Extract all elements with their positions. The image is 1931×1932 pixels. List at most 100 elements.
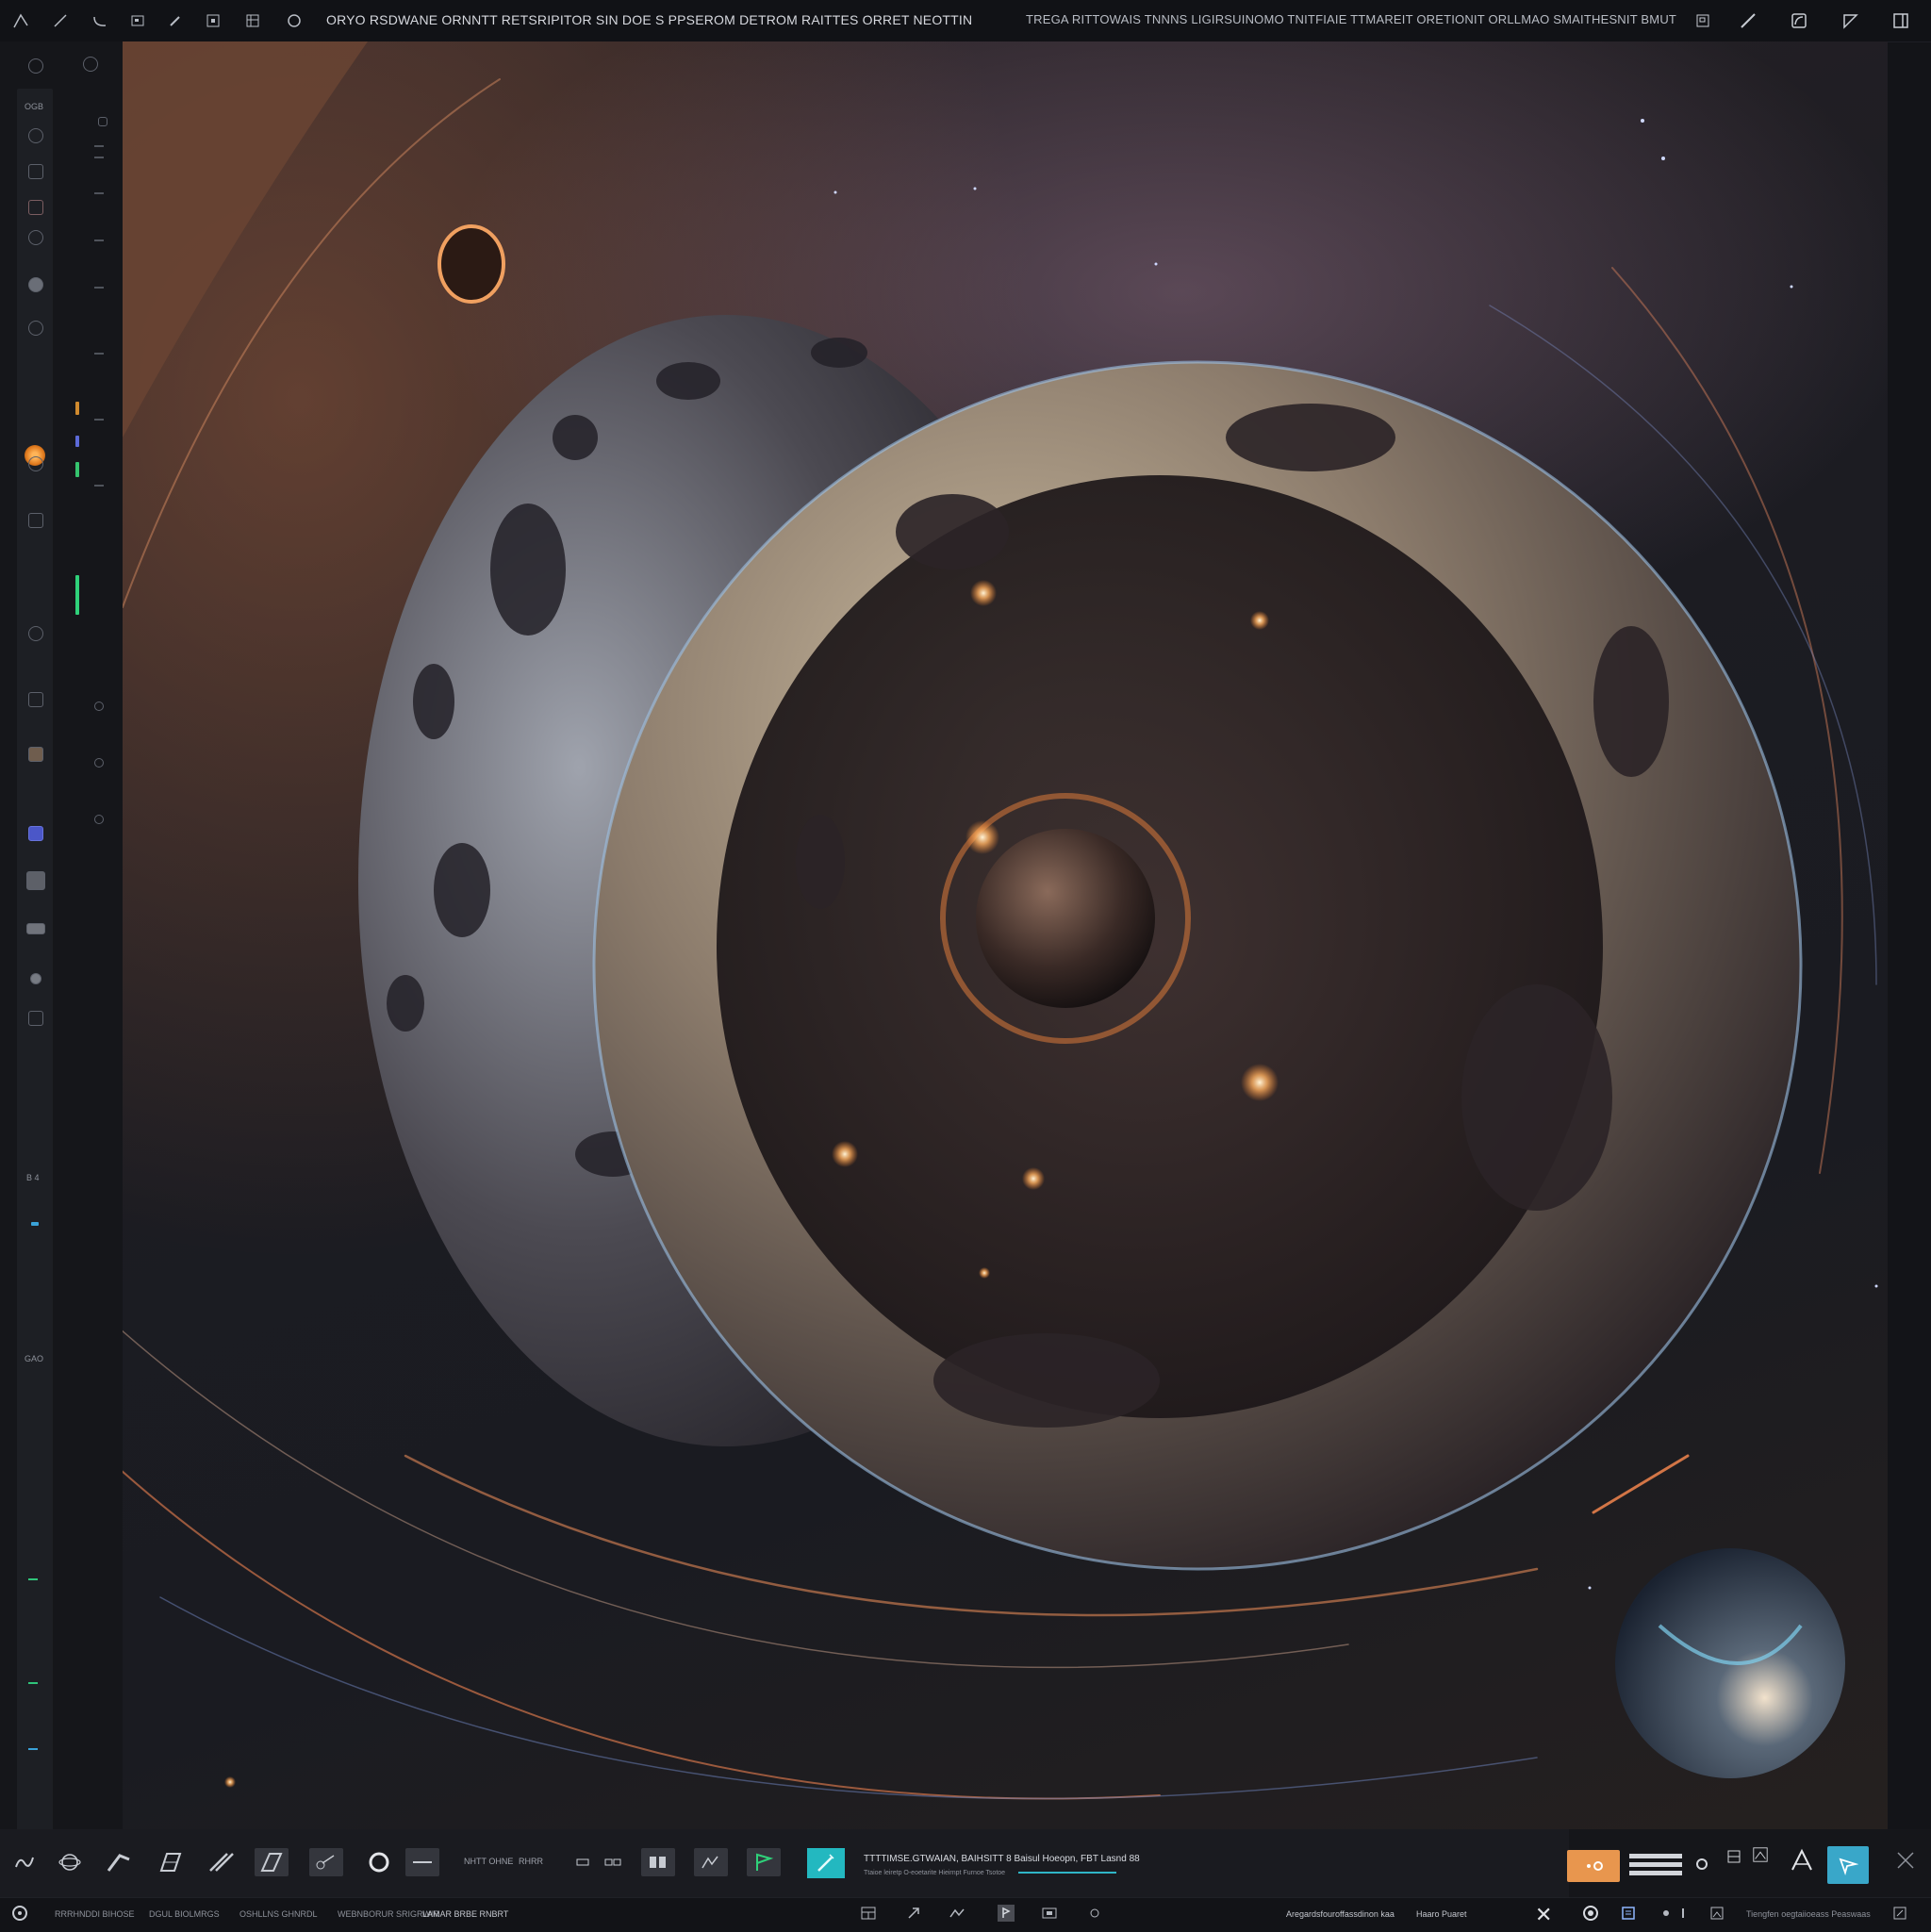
wave-icon[interactable] <box>949 1905 966 1922</box>
node-dot-icon[interactable] <box>94 758 104 768</box>
bar-small-icon[interactable] <box>1675 1905 1692 1922</box>
color-swatch-button[interactable] <box>1567 1850 1620 1882</box>
rail-tick <box>28 1682 38 1684</box>
rail-tick <box>28 1578 38 1580</box>
rail-tick <box>28 1748 38 1750</box>
node-icon[interactable] <box>309 1848 343 1876</box>
brush-icon[interactable] <box>164 9 187 32</box>
history-icon[interactable] <box>28 58 43 74</box>
gallery-icon[interactable] <box>1708 1905 1725 1922</box>
core-sphere <box>976 829 1155 1008</box>
node-dot-icon[interactable] <box>94 702 104 711</box>
shape-icon[interactable] <box>1788 9 1810 32</box>
blue-marker <box>75 436 79 447</box>
stroke-icon[interactable] <box>204 1848 238 1876</box>
target-icon[interactable] <box>28 230 43 245</box>
dot-icon[interactable] <box>28 128 43 143</box>
bottom-toolbar-right <box>1569 1829 1931 1897</box>
flag-icon[interactable] <box>747 1848 781 1876</box>
frame-icon[interactable] <box>126 9 149 32</box>
info-field-1: Aregardsfouroffassdinon kaa <box>1286 1909 1395 1919</box>
close-panel-icon[interactable] <box>1891 1846 1920 1874</box>
doc-icon[interactable] <box>1620 1905 1637 1922</box>
tool-label-2: RHRR <box>519 1857 543 1866</box>
reset-icon[interactable] <box>83 57 98 72</box>
pin-icon[interactable] <box>98 117 107 126</box>
rect-small-icon[interactable] <box>566 1848 600 1876</box>
rail-tick <box>94 485 104 487</box>
pencil-icon[interactable] <box>1737 9 1759 32</box>
progress-underline <box>1018 1872 1116 1874</box>
orange-marker <box>75 402 79 415</box>
list-view-icon[interactable] <box>1629 1854 1682 1876</box>
node-dot-icon[interactable] <box>94 815 104 824</box>
info-label: Tiengfen oegtaiioeass Peaswaas <box>1746 1909 1871 1919</box>
line-icon[interactable] <box>49 9 72 32</box>
lock-icon[interactable] <box>28 513 43 528</box>
settings-circle-icon[interactable] <box>1582 1905 1599 1922</box>
record-icon[interactable] <box>28 277 43 292</box>
triangle-icon[interactable] <box>1839 9 1861 32</box>
rotate-icon[interactable] <box>28 321 43 336</box>
texture-icon[interactable] <box>28 747 43 762</box>
status-label-3: OSHLLNS GHNRDL <box>239 1909 318 1919</box>
compass-icon[interactable] <box>1788 1846 1816 1874</box>
app-logo-icon <box>11 1905 28 1922</box>
target-small-icon[interactable] <box>1086 1905 1103 1922</box>
rail-tick <box>94 419 104 421</box>
space-artwork <box>123 41 1878 1800</box>
eye-icon[interactable] <box>28 456 43 471</box>
layer-icon[interactable] <box>28 200 43 215</box>
trash-icon[interactable] <box>28 692 43 707</box>
chart-tool-icon[interactable] <box>694 1848 728 1876</box>
document-subtitle: TREGA RITTOWAIS TNNNS LIGIRSUINOMO TNITF… <box>1026 12 1677 26</box>
parallelogram-icon[interactable] <box>255 1848 289 1876</box>
circle-icon[interactable] <box>283 9 305 32</box>
line-tool-icon[interactable] <box>405 1848 439 1876</box>
sidebar-icon[interactable] <box>1890 9 1912 32</box>
grid-tool-icon[interactable] <box>153 1848 187 1876</box>
image-tool-icon[interactable] <box>1752 1846 1769 1863</box>
spiral-icon[interactable] <box>28 626 43 641</box>
grid-icon[interactable] <box>241 9 264 32</box>
send-icon[interactable] <box>1827 1846 1869 1884</box>
rail-tick <box>94 239 104 241</box>
link-icon[interactable] <box>596 1848 630 1876</box>
pen-icon[interactable] <box>9 9 32 32</box>
book-icon[interactable] <box>1725 1848 1742 1865</box>
diamond-icon[interactable] <box>28 164 43 179</box>
panel-icon[interactable] <box>1692 9 1714 32</box>
artwork-canvas[interactable] <box>123 41 1888 1829</box>
circle-tool-icon[interactable] <box>362 1848 396 1876</box>
rail-label-2: GAO <box>25 1354 44 1363</box>
folder-icon[interactable] <box>26 923 45 934</box>
level-meter <box>75 575 79 615</box>
film-icon[interactable] <box>1041 1905 1058 1922</box>
shield-icon[interactable] <box>28 826 43 841</box>
columns-icon[interactable] <box>641 1848 675 1876</box>
gear-icon[interactable] <box>1693 1856 1710 1873</box>
layout-icon[interactable] <box>860 1905 877 1922</box>
brush-preset-icon[interactable] <box>998 1905 1015 1922</box>
rail-label-3: B 4 <box>26 1173 40 1182</box>
dot-small-icon[interactable] <box>1658 1905 1675 1922</box>
status-label-1: RRRHNDDI BIHOSE <box>55 1909 135 1919</box>
magic-wand-icon[interactable] <box>807 1848 845 1878</box>
planet-edge <box>123 41 368 438</box>
rail-label-1: OGB <box>25 102 44 111</box>
rail-tick <box>94 157 104 158</box>
orbit-icon[interactable] <box>53 1848 87 1876</box>
close-icon[interactable]: ✕ <box>1535 1903 1552 1927</box>
image-icon[interactable] <box>26 871 45 890</box>
comment-icon[interactable] <box>28 1011 43 1026</box>
scribble-icon[interactable] <box>8 1848 41 1876</box>
arrow-tool-icon[interactable] <box>102 1848 136 1876</box>
rail-tick <box>94 287 104 289</box>
settings-icon[interactable] <box>30 973 41 984</box>
square-icon[interactable] <box>202 9 224 32</box>
curve-icon[interactable] <box>89 9 111 32</box>
top-toolbar: ORYO RSDWANE ORNNTT RETSRIPITOR SIN DOE … <box>0 0 1931 42</box>
status-text: TTTTIMSE.GTWAIAN, BAIHSITT 8 Baisul Hoeo… <box>864 1854 1140 1864</box>
export-icon[interactable] <box>905 1905 922 1922</box>
panel-toggle-icon[interactable] <box>1891 1905 1908 1922</box>
